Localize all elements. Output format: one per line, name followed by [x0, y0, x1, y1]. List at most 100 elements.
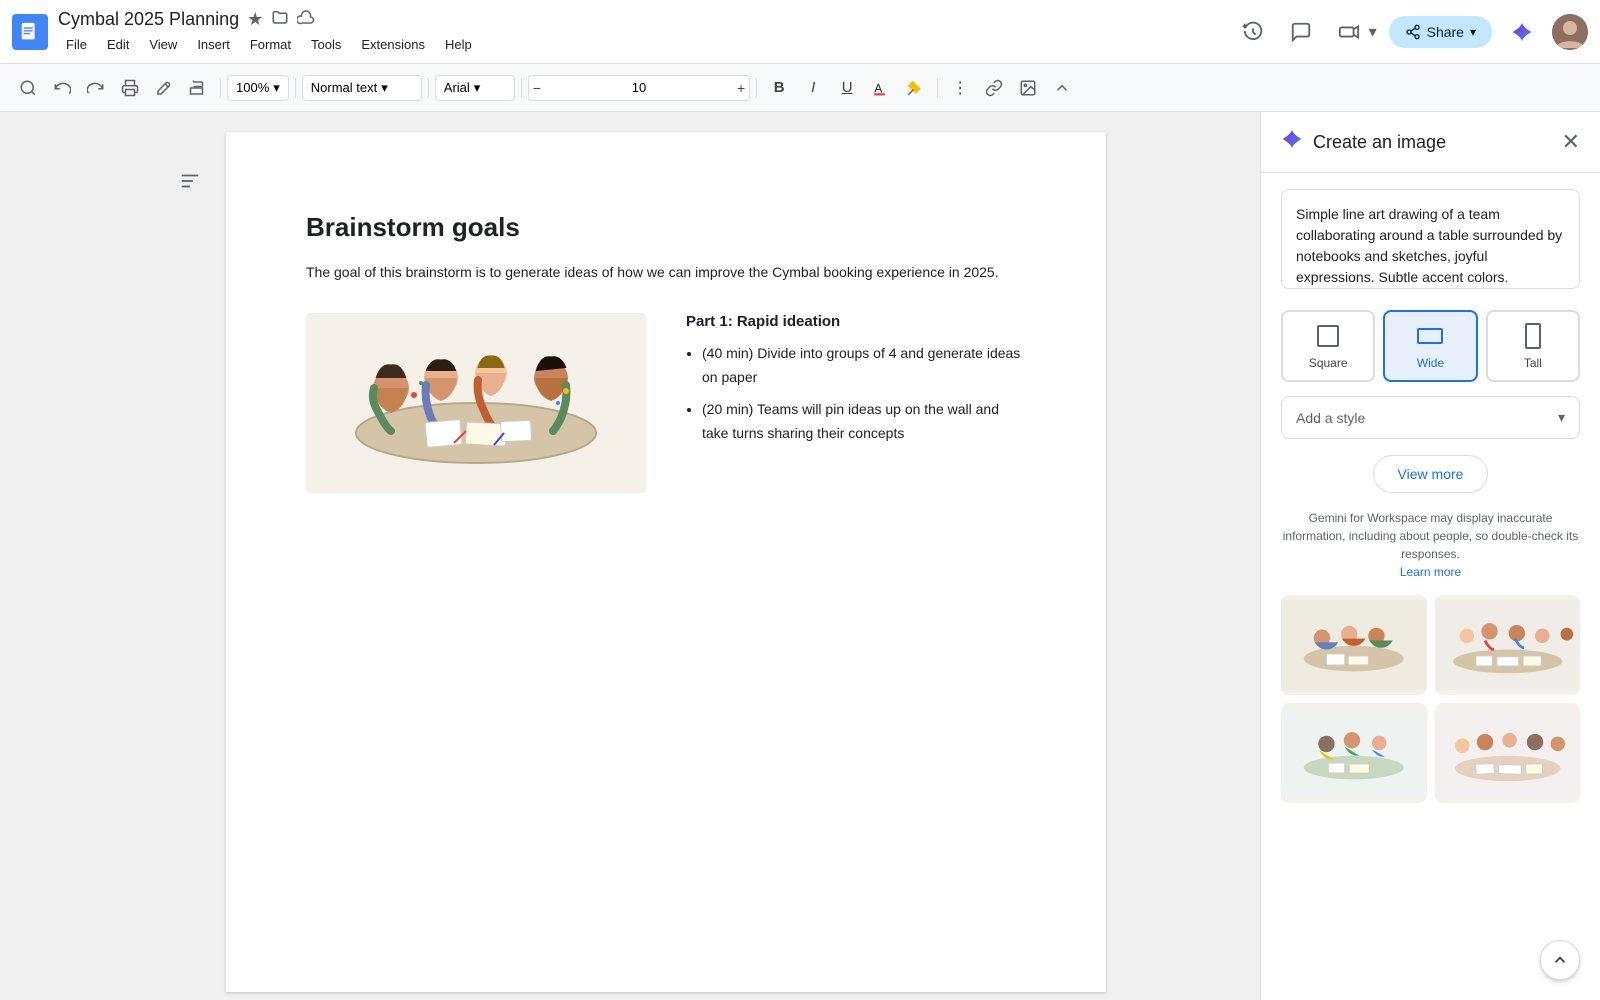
learn-more-link[interactable]: Learn more — [1400, 565, 1461, 579]
star-icon[interactable]: ★ — [247, 9, 263, 30]
panel-title-area: Create an image — [1281, 128, 1446, 156]
view-more-btn[interactable]: View more — [1373, 455, 1489, 493]
paint-format-btn[interactable] — [182, 72, 214, 104]
spellcheck-btn[interactable] — [148, 72, 180, 104]
toolbar: 100% ▾ Normal text ▾ Arial ▾ − + B I U A… — [0, 64, 1600, 112]
panel-body: Square Wide Tall Add a style ▾ View more — [1261, 173, 1600, 1000]
panel-close-btn[interactable]: ✕ — [1562, 129, 1580, 155]
image-thumb-4[interactable] — [1435, 703, 1581, 803]
shape-tall-option[interactable]: Tall — [1486, 310, 1580, 382]
disclaimer-text: Gemini for Workspace may display inaccur… — [1281, 509, 1580, 581]
doc-title: Cymbal 2025 Planning — [58, 9, 239, 30]
outline-toggle[interactable] — [171, 162, 209, 206]
menu-tools[interactable]: Tools — [303, 33, 349, 56]
style-dropdown-icon: ▾ — [381, 80, 388, 96]
menu-format[interactable]: Format — [242, 33, 299, 56]
collapse-toolbar-btn[interactable] — [1046, 72, 1078, 104]
insert-link-btn[interactable] — [978, 72, 1010, 104]
top-bar: Cymbal 2025 Planning ★ File Edit View In… — [0, 0, 1600, 64]
separator-1 — [220, 78, 221, 98]
font-selector[interactable]: Arial ▾ — [435, 75, 515, 101]
shape-square-label: Square — [1309, 356, 1348, 370]
shape-wide-option[interactable]: Wide — [1383, 310, 1477, 382]
video-button[interactable] — [1331, 14, 1367, 50]
redo-btn[interactable] — [80, 72, 112, 104]
scroll-to-top-btn[interactable] — [1540, 940, 1580, 980]
shape-selector: Square Wide Tall — [1281, 310, 1580, 382]
zoom-dropdown-icon: ▾ — [273, 80, 280, 96]
style-dropdown-chevron: ▾ — [1558, 409, 1565, 426]
folder-icon[interactable] — [271, 8, 289, 31]
panel-title-icon — [1281, 128, 1303, 156]
doc-bullet-list: (40 min) Divide into groups of 4 and gen… — [686, 342, 1026, 445]
user-avatar[interactable] — [1552, 14, 1588, 50]
font-size-increase-btn[interactable]: + — [733, 76, 749, 100]
style-placeholder: Add a style — [1296, 410, 1365, 426]
panel-header: Create an image ✕ — [1261, 112, 1600, 173]
doc-body-text[interactable]: The goal of this brainstorm is to genera… — [306, 261, 1026, 283]
separator-6 — [937, 78, 938, 98]
image-thumb-2[interactable] — [1435, 595, 1581, 695]
menu-bar: File Edit View Insert Format Tools Exten… — [58, 33, 1235, 56]
video-call-area: ▾ — [1331, 14, 1377, 50]
font-size-input[interactable] — [545, 76, 733, 99]
separator-5 — [756, 78, 757, 98]
italic-btn[interactable]: I — [797, 72, 829, 104]
style-value: Normal text — [311, 80, 377, 95]
paragraph-style-selector[interactable]: Normal text ▾ — [302, 75, 422, 101]
bold-btn[interactable]: B — [763, 72, 795, 104]
doc-right-column: Part 1: Rapid ideation (40 min) Divide i… — [686, 313, 1026, 453]
bullet-item-2[interactable]: (20 min) Teams will pin ideas up on the … — [702, 398, 1026, 446]
font-dropdown-icon: ▾ — [474, 80, 481, 96]
menu-file[interactable]: File — [58, 33, 95, 56]
font-value: Arial — [444, 80, 470, 95]
share-dropdown-icon[interactable]: ▾ — [1470, 25, 1476, 39]
comment-button[interactable] — [1283, 14, 1319, 50]
panel-title-text: Create an image — [1313, 132, 1446, 153]
create-image-panel: Create an image ✕ Square Wide Tall — [1260, 112, 1600, 1000]
text-color-btn[interactable]: A — [865, 72, 897, 104]
font-size-decrease-btn[interactable]: − — [529, 76, 545, 100]
top-right-actions: ▾ Share ▾ — [1235, 14, 1588, 50]
image-thumb-1[interactable] — [1281, 595, 1427, 695]
doc-left-margin — [154, 132, 226, 980]
image-thumb-3[interactable] — [1281, 703, 1427, 803]
document-page: Brainstorm goals The goal of this brains… — [226, 132, 1106, 992]
menu-edit[interactable]: Edit — [99, 33, 137, 56]
insert-image-btn[interactable] — [1012, 72, 1044, 104]
doc-content-wrap: Brainstorm goals The goal of this brains… — [154, 132, 1106, 980]
shape-square-option[interactable]: Square — [1281, 310, 1375, 382]
share-label: Share — [1427, 24, 1464, 40]
history-button[interactable] — [1235, 14, 1271, 50]
document-area[interactable]: Brainstorm goals The goal of this brains… — [0, 112, 1260, 1000]
doc-team-image[interactable] — [306, 313, 646, 493]
gemini-button[interactable] — [1504, 14, 1540, 50]
doc-part-title[interactable]: Part 1: Rapid ideation — [686, 313, 1026, 330]
menu-extensions[interactable]: Extensions — [353, 33, 433, 56]
menu-help[interactable]: Help — [437, 33, 480, 56]
search-toolbar-btn[interactable] — [12, 72, 44, 104]
highlight-btn[interactable] — [899, 72, 931, 104]
doc-title-area: Cymbal 2025 Planning ★ File Edit View In… — [58, 8, 1235, 56]
undo-btn[interactable] — [46, 72, 78, 104]
image-prompt-input[interactable] — [1281, 189, 1580, 289]
more-format-btn[interactable]: ⋮ — [944, 72, 976, 104]
style-selector-dropdown[interactable]: Add a style ▾ — [1281, 396, 1580, 439]
menu-insert[interactable]: Insert — [189, 33, 238, 56]
doc-heading[interactable]: Brainstorm goals — [306, 212, 1026, 243]
menu-view[interactable]: View — [141, 33, 185, 56]
main-area: Brainstorm goals The goal of this brains… — [0, 112, 1600, 1000]
font-size-area: − + — [528, 75, 750, 101]
video-dropdown-icon[interactable]: ▾ — [1369, 22, 1377, 42]
bullet-item-1[interactable]: (40 min) Divide into groups of 4 and gen… — [702, 342, 1026, 390]
share-button[interactable]: Share ▾ — [1389, 16, 1492, 48]
zoom-selector[interactable]: 100% ▾ — [227, 75, 289, 101]
doc-two-column: Part 1: Rapid ideation (40 min) Divide i… — [306, 313, 1026, 493]
underline-btn[interactable]: U — [831, 72, 863, 104]
image-results-grid — [1281, 595, 1580, 803]
shape-wide-label: Wide — [1417, 356, 1444, 370]
print-btn[interactable] — [114, 72, 146, 104]
separator-2 — [295, 78, 296, 98]
cloud-icon[interactable] — [297, 8, 315, 31]
zoom-value: 100% — [236, 80, 269, 95]
